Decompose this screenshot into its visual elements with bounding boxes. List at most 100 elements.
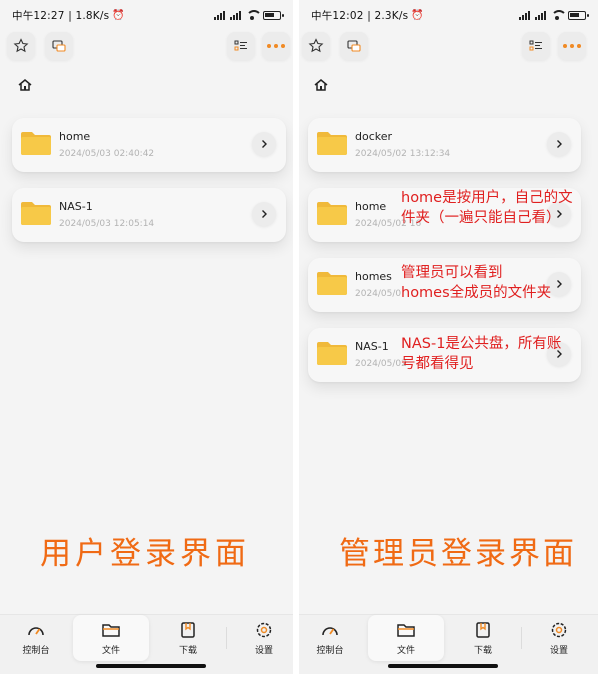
user-login-screen: 中午12:27 | 1.8K/s ⏰ home 2024/05/03 02:40… [0, 0, 293, 674]
file-name: NAS-1 [59, 200, 93, 213]
alarm-icon: ⏰ [411, 9, 424, 21]
chevron-right-icon [262, 140, 267, 148]
file-date: 2024/05/02 [355, 359, 407, 369]
chevron-right-icon [262, 210, 267, 218]
battery-icon [568, 10, 589, 20]
signal-icon [519, 10, 530, 20]
annotation-line: 管理员可以看到 [401, 265, 503, 281]
download-box-icon [476, 622, 490, 638]
tab-settings[interactable]: 设置 [226, 615, 293, 661]
star-icon [13, 38, 29, 53]
folder-icon [317, 132, 347, 155]
annotation-line: 号都看得见 [401, 356, 474, 372]
folder-tab-icon [397, 624, 415, 637]
caption: 用户登录界面 [40, 536, 250, 572]
toolbar [0, 32, 293, 62]
tab-label: 下载 [178, 646, 197, 656]
file-name: docker [355, 130, 393, 143]
home-icon[interactable] [312, 76, 330, 94]
annotation-line: home是按用户，自己的文 [401, 190, 573, 206]
list-view-button[interactable] [522, 32, 550, 60]
file-name: home [59, 130, 91, 143]
annotation-line: homes全成员的文件夹 [401, 285, 552, 301]
folder-icon [317, 272, 347, 295]
tab-dashboard[interactable]: 控制台 [0, 615, 74, 661]
home-indicator [388, 664, 498, 668]
tab-dashboard[interactable]: 控制台 [299, 615, 368, 661]
tab-settings[interactable]: 设置 [521, 615, 597, 661]
list-view-button[interactable] [227, 32, 255, 60]
sync-button[interactable] [45, 32, 73, 60]
battery-icon [263, 10, 284, 20]
tab-download[interactable]: 下载 [445, 615, 521, 661]
folder-tab-icon [102, 624, 120, 637]
dashboard-gauge-icon [28, 627, 44, 636]
home-icon[interactable] [16, 76, 34, 94]
signal-icon [214, 10, 225, 20]
annotation-line: NAS-1是公共盘，所有账 [401, 336, 562, 352]
file-date: 2024/05/02 13:12:34 [355, 149, 451, 159]
file-date: 2024/05/03 02:40:42 [59, 149, 155, 159]
chevron-right-icon [557, 140, 562, 148]
admin-login-screen: 中午12:02 | 2.3K/s ⏰ docker 2024/05/02 13:… [299, 0, 598, 674]
status-bar: 中午12:02 | 2.3K/s ⏰ [299, 0, 598, 30]
gear-icon [551, 622, 567, 638]
chevron-right-icon [557, 280, 562, 288]
status-time: 中午12:02 | 2.3K/s [311, 9, 409, 22]
annotation-homes: 管理员可以看到 homes全成员的文件夹 [401, 263, 551, 303]
toolbar [299, 32, 598, 62]
dashboard-gauge-icon [322, 627, 338, 636]
comparison-image: 中午12:27 | 1.8K/s ⏰ home 2024/05/03 02:40… [0, 0, 598, 674]
status-bar: 中午12:27 | 1.8K/s ⏰ [0, 0, 293, 30]
list-item[interactable]: NAS-1 2024/05/03 12:05:14 [12, 188, 286, 242]
sync-folder-icon [52, 40, 66, 52]
folder-icon [21, 132, 51, 155]
tab-download[interactable]: 下载 [150, 615, 226, 661]
sync-folder-icon [347, 40, 361, 52]
file-name: homes [355, 270, 392, 283]
tab-label: 控制台 [22, 646, 50, 656]
home-indicator [96, 664, 206, 668]
signal-icon [535, 10, 546, 20]
tab-label: 文件 [396, 646, 415, 656]
list-item[interactable]: home 2024/05/03 02:40:42 [12, 118, 286, 172]
signal-icon [230, 10, 241, 20]
more-button[interactable] [262, 32, 290, 60]
file-date: 2024/05/0 [355, 289, 402, 299]
download-box-icon [181, 622, 195, 638]
folder-icon [317, 202, 347, 225]
file-date: 2024/05/03 12:05:14 [59, 219, 155, 229]
more-button[interactable] [558, 32, 586, 60]
open-button[interactable] [252, 132, 276, 156]
bottom-tab-bar: 控制台 文件 下载 设置 [0, 614, 293, 674]
status-time: 中午12:27 | 1.8K/s [12, 9, 110, 22]
wifi-icon [551, 10, 567, 20]
tab-files[interactable]: 文件 [73, 615, 149, 661]
favorite-button[interactable] [7, 32, 35, 60]
annotation-line: 件夹（一遍只能自己看） [401, 210, 561, 226]
tab-label: 文件 [101, 646, 120, 656]
wifi-icon [246, 10, 262, 20]
sync-button[interactable] [340, 32, 368, 60]
tab-label: 控制台 [316, 646, 344, 656]
favorite-button[interactable] [302, 32, 330, 60]
open-button[interactable] [547, 132, 571, 156]
open-button[interactable] [252, 202, 276, 226]
annotation-home: home是按用户，自己的文 件夹（一遍只能自己看） [401, 188, 573, 228]
list-item[interactable]: docker 2024/05/02 13:12:34 [308, 118, 581, 172]
folder-icon [21, 202, 51, 225]
list-view-icon [529, 40, 542, 51]
tab-files[interactable]: 文件 [368, 615, 444, 661]
more-icon [563, 44, 581, 48]
star-icon [308, 38, 324, 53]
file-name: NAS-1 [355, 340, 389, 353]
gear-icon [256, 622, 272, 638]
tab-label: 设置 [254, 646, 273, 656]
list-view-icon [234, 40, 247, 51]
annotation-nas: NAS-1是公共盘，所有账 号都看得见 [401, 334, 561, 374]
bottom-tab-bar: 控制台 文件 下载 设置 [299, 614, 598, 674]
file-name: home [355, 200, 387, 213]
alarm-icon: ⏰ [112, 9, 125, 21]
folder-icon [317, 342, 347, 365]
more-icon [267, 44, 285, 48]
